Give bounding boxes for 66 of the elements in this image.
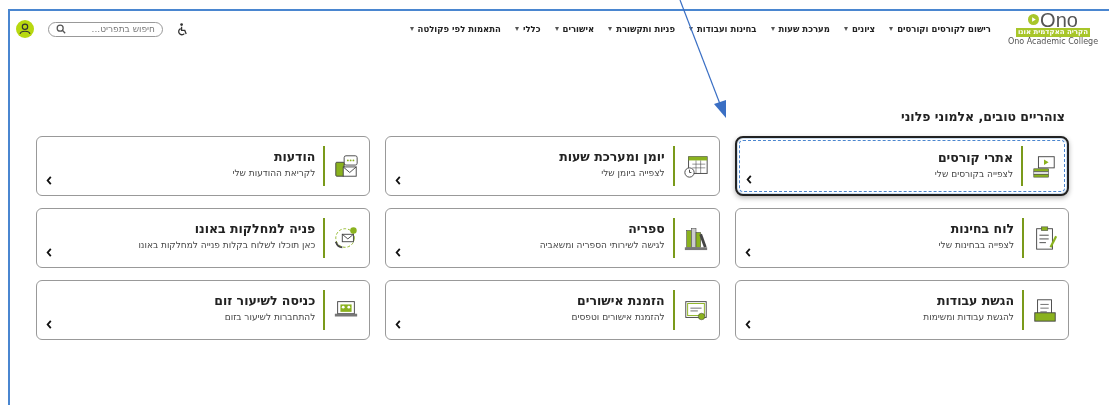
card-title: הזמנת אישורים	[576, 293, 665, 308]
caret-icon	[770, 27, 775, 31]
chevron-icon[interactable]	[395, 320, 402, 329]
nav-menu-item[interactable]: כללי	[514, 24, 541, 34]
service-card[interactable]: יומן ומערכת שעות לצפייה ביומן שלי	[385, 136, 720, 196]
caret-icon	[608, 27, 613, 31]
card-subtitle: לגישה לשירותי הספריה ומשאביה	[538, 240, 665, 250]
nav-menu-item[interactable]: התאמות לפי פקולטה	[409, 24, 501, 34]
service-card[interactable]: לוח בחינות לצפייה בבחינות שלי	[734, 208, 1069, 268]
card-title: פניה למחלקות באונו	[193, 221, 316, 236]
service-card[interactable]: כניסה לשיעור זום להתחברות לשיעור בזום	[36, 280, 371, 340]
service-card[interactable]: ספריה לגישה לשירותי הספריה ומשאביה	[385, 208, 720, 268]
caret-icon	[889, 27, 894, 31]
play-icon	[1028, 14, 1040, 25]
card-subtitle: להתחברות לשיעור בזום	[223, 312, 316, 322]
logo-wordmark: Ono	[1028, 11, 1078, 28]
card-subtitle: להגשת עבודות ומשימות	[922, 312, 1014, 322]
card-title: הודעות	[272, 149, 316, 164]
nav-menu-item[interactable]: רישום לקורסים וקורסים	[889, 24, 991, 34]
nav-menu-item[interactable]: ציונים	[843, 24, 876, 34]
chevron-icon[interactable]	[395, 248, 402, 257]
service-card[interactable]: אתרי קורסים לצפייה בקורסים שלי	[734, 136, 1069, 196]
service-card[interactable]: הזמנת אישורים להזמנת אישורים וטפסים	[385, 280, 720, 340]
chevron-icon[interactable]	[46, 320, 52, 329]
nav-menu-item[interactable]: אישורים	[554, 24, 595, 34]
user-avatar-icon[interactable]	[16, 20, 34, 38]
service-card[interactable]: הודעות לקריאת ההודעות שלי	[36, 136, 371, 196]
phone-envelope-icon	[333, 225, 360, 251]
service-card[interactable]: פניה למחלקות באונו כאן תוכלו לשלוח בקלות פנייה למחלקות באונו	[36, 208, 371, 268]
nav-menu-item[interactable]: מערכת שעות	[770, 24, 830, 34]
logo-english-name: Ono Academic College	[1007, 36, 1099, 47]
nav-menu-item[interactable]: פניות ותקשורת	[608, 24, 676, 34]
books-icon	[682, 225, 709, 251]
caret-icon	[409, 27, 414, 31]
accessibility-icon[interactable]	[177, 22, 188, 36]
chevron-icon[interactable]	[46, 176, 52, 185]
caret-icon	[843, 27, 848, 31]
card-subtitle: לקריאת ההודעות שלי	[231, 168, 316, 178]
card-subtitle: לצפייה בקורסים שלי	[933, 169, 1013, 179]
search-icon	[56, 24, 66, 34]
greeting-heading: צוהריים טובים, אלמוני פלוני	[900, 109, 1065, 124]
card-subtitle: לצפייה בבחינות שלי	[937, 240, 1014, 250]
chat-envelope-icon	[333, 153, 360, 179]
card-title: ספריה	[627, 221, 665, 236]
card-subtitle: לצפייה ביומן שלי	[600, 168, 665, 178]
chevron-icon[interactable]	[46, 248, 52, 257]
card-title: כניסה לשיעור זום	[213, 293, 316, 308]
video-screen-icon	[1031, 153, 1057, 179]
chevron-icon[interactable]	[744, 320, 751, 329]
search-input[interactable]: חיפוש בתפריט...	[70, 24, 155, 34]
chevron-icon[interactable]	[744, 248, 751, 257]
card-title: לוח בחינות	[949, 221, 1014, 236]
caret-icon	[514, 27, 519, 31]
chevron-icon[interactable]	[395, 176, 402, 185]
document-tray-icon	[1032, 297, 1058, 323]
caret-icon	[689, 27, 694, 31]
chevron-icon[interactable]	[745, 175, 752, 184]
calendar-clock-icon	[682, 153, 709, 179]
card-title: הגשת עבודות	[936, 293, 1014, 308]
nav-menu-item[interactable]: בחינות ועבודות	[689, 24, 757, 34]
card-title: אתרי קורסים	[936, 150, 1013, 165]
caret-icon	[554, 27, 559, 31]
card-subtitle: כאן תוכלו לשלוח בקלות פנייה למחלקות באונו	[137, 240, 316, 250]
service-card[interactable]: הגשת עבודות להגשת עבודות ומשימות	[734, 280, 1069, 340]
card-title: יומן ומערכת שעות	[558, 149, 665, 164]
card-subtitle: להזמנת אישורים וטפסים	[570, 312, 665, 322]
